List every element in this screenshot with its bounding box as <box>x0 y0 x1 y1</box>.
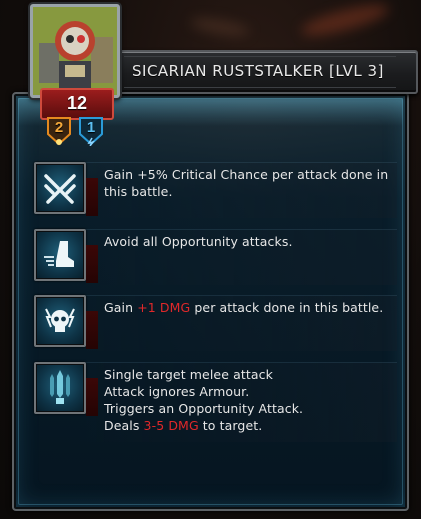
lightning-icon: 1 <box>78 116 104 147</box>
ability-red-tab <box>86 245 98 283</box>
sun-icon: 2 <box>46 116 72 146</box>
ability-description: Gain +1 DMG per attack done in this batt… <box>104 299 391 316</box>
ability-red-tab <box>86 178 98 216</box>
blade-attack-icon[interactable] <box>34 362 86 414</box>
dash-foot-icon[interactable] <box>34 229 86 281</box>
background-streak <box>189 14 251 40</box>
ability-text: per attack done in this battle. <box>190 300 384 315</box>
skull-lightning-icon[interactable] <box>34 295 86 347</box>
damage-value: +1 DMG <box>137 300 191 315</box>
ability-line: Attack ignores Armour. <box>104 384 250 399</box>
ability-text: Avoid all Opportunity attacks. <box>104 234 293 249</box>
ability-text: Gain +5% Critical Chance per attack done… <box>104 167 389 199</box>
damage-value: 3-5 DMG <box>143 418 199 433</box>
ability-damage-line: Deals 3-5 DMG to target. <box>104 417 391 434</box>
ability-row-2: Avoid all Opportunity attacks. <box>24 229 397 285</box>
ability-row-1: Gain +5% Critical Chance per attack done… <box>24 162 397 218</box>
ability-description: Single target melee attack Attack ignore… <box>104 366 391 434</box>
ability-line: Triggers an Opportunity Attack. <box>104 401 304 416</box>
unit-level: 12 <box>66 93 88 113</box>
ability-description: Avoid all Opportunity attacks. <box>104 233 391 250</box>
unit-info-panel: Gain +5% Critical Chance per attack done… <box>12 92 409 511</box>
unit-name: SICARIAN RUSTSTALKER [LVL 3] <box>132 62 384 80</box>
ability-row-4: Single target melee attack Attack ignore… <box>24 362 397 442</box>
crossed-swords-icon[interactable] <box>34 162 86 214</box>
badge-value: 2 <box>54 119 64 136</box>
badge-value: 1 <box>86 119 96 136</box>
ability-text: Deals <box>104 418 144 433</box>
ability-text: Gain <box>104 300 138 315</box>
ability-red-tab <box>86 378 98 416</box>
ability-line: Single target melee attack <box>104 367 273 382</box>
background-streak <box>298 0 392 42</box>
ability-red-tab <box>86 311 98 349</box>
unit-title-plate: SICARIAN RUSTSTALKER [LVL 3] <box>92 50 418 94</box>
ability-description: Gain +5% Critical Chance per attack done… <box>104 166 391 200</box>
ability-row-3: Gain +1 DMG per attack done in this batt… <box>24 295 397 351</box>
ability-text: to target. <box>198 418 263 433</box>
unit-portrait[interactable] <box>30 4 120 98</box>
